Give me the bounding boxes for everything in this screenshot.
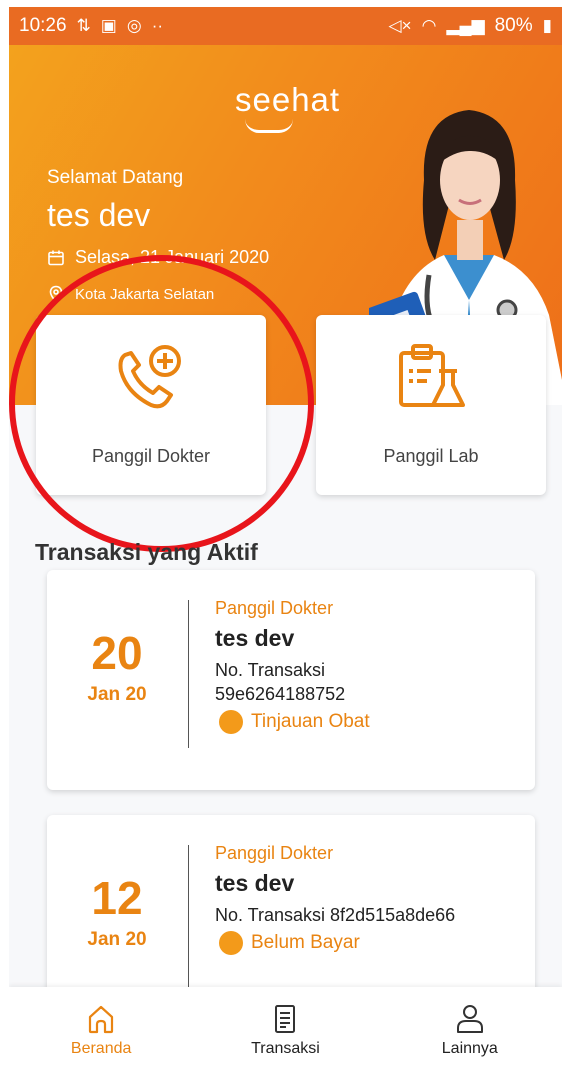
status-right: ◁× ◠ ▂▄▆ 80% ▮: [389, 15, 552, 37]
transaction-status-label: Belum Bayar: [251, 932, 360, 953]
transaction-number: No. Transaksi 8f2d515a8de66: [215, 905, 456, 925]
transaction-number: No. Transaksi 59e6264188752: [215, 660, 346, 704]
sync-icon: ⇅: [76, 16, 91, 35]
nav-beranda-label: Beranda: [70, 1039, 132, 1057]
nav-transaksi[interactable]: Transaksi: [225, 1002, 345, 1058]
status-time: 10:26: [19, 15, 67, 36]
app-screen: 10:26 ⇅ ▣ ◎ ·· ◁× ◠ ▂▄▆ 80% ▮ seehat Sel…: [9, 7, 562, 1072]
transaction-status-label: Tinjauan Obat: [251, 711, 370, 732]
nav-lainnya[interactable]: Lainnya: [410, 1002, 530, 1058]
transaction-day: 20: [91, 627, 143, 679]
battery-level: 80%: [494, 15, 533, 36]
lab-clipboard-icon: [399, 344, 465, 407]
home-icon: [89, 1005, 114, 1033]
nav-beranda[interactable]: Beranda: [41, 1002, 161, 1058]
brand-logo: seehat: [235, 81, 341, 118]
transaction-day: 12: [91, 872, 143, 924]
document-icon: [275, 1004, 296, 1033]
transaction-status: Belum Bayar: [215, 931, 525, 955]
transaction-details: Panggil Dokter tes dev No. Transaksi 59e…: [215, 598, 525, 734]
panggil-dokter-card[interactable]: Panggil Dokter: [36, 315, 266, 495]
panggil-dokter-label: Panggil Dokter: [91, 446, 211, 466]
section-title: Transaksi yang Aktif: [35, 539, 258, 565]
status-bar: 10:26 ⇅ ▣ ◎ ·· ◁× ◠ ▂▄▆ 80% ▮: [9, 7, 562, 45]
status-left: 10:26 ⇅ ▣ ◎ ··: [19, 15, 163, 37]
panggil-lab-card[interactable]: Panggil Lab: [316, 315, 546, 495]
whatsapp-icon: ◎: [126, 16, 142, 35]
location-row: Kota Jakarta Selatan: [47, 285, 214, 303]
status-dot-icon: [219, 931, 243, 955]
divider: [188, 600, 189, 748]
user-icon: [456, 1004, 483, 1033]
current-date: Selasa, 21 Januari 2020: [75, 247, 270, 267]
signal-icon: ▂▄▆: [446, 16, 485, 35]
transaction-month: Jan 20: [87, 929, 147, 950]
date-row: Selasa, 21 Januari 2020: [47, 247, 269, 268]
nav-transaksi-label: Transaksi: [251, 1039, 320, 1057]
location-pin-icon: [49, 285, 63, 303]
transaction-details: Panggil Dokter tes dev No. Transaksi 8f2…: [215, 843, 525, 955]
transaction-patient-name: tes dev: [215, 625, 295, 651]
transaction-service: Panggil Dokter: [215, 598, 334, 618]
phone-plus-icon: [118, 345, 181, 409]
image-icon: ▣: [100, 16, 117, 35]
brand-smile-icon: [245, 119, 293, 133]
wifi-icon: ◠: [421, 16, 437, 35]
transaction-status: Tinjauan Obat: [215, 710, 525, 734]
transaction-service: Panggil Dokter: [215, 843, 334, 863]
greeting-text: Selamat Datang: [47, 167, 184, 188]
transaction-date: 20 Jan 20: [47, 630, 187, 706]
more-dots-icon: ··: [151, 16, 164, 35]
current-location: Kota Jakarta Selatan: [75, 285, 215, 303]
status-dot-icon: [219, 710, 243, 734]
transaction-patient-name: tes dev: [215, 870, 295, 896]
panggil-lab-label: Panggil Lab: [383, 446, 479, 466]
battery-icon: ▮: [542, 16, 552, 35]
user-name: tes dev: [47, 197, 151, 233]
transaction-card[interactable]: 20 Jan 20 Panggil Dokter tes dev No. Tra…: [47, 570, 535, 790]
transaction-month: Jan 20: [87, 684, 147, 705]
calendar-icon: [48, 250, 64, 265]
nav-lainnya-label: Lainnya: [441, 1039, 498, 1057]
transaction-date: 12 Jan 20: [47, 875, 187, 951]
bottom-nav: Beranda Transaksi Lainnya: [9, 987, 562, 1072]
divider: [188, 845, 189, 993]
mute-icon: ◁×: [388, 16, 412, 35]
